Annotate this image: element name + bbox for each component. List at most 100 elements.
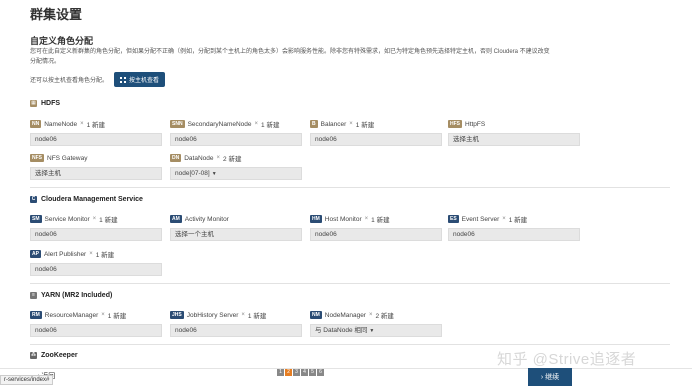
role-times: × [80,121,84,127]
description-text: 您可在此自定义新群集的角色分配，但如果分配不正确（例如，分配到某个主机上的角色太… [30,49,550,65]
role-times: × [241,312,245,318]
page-step[interactable]: 4 [301,369,308,376]
host-value: node06 [315,135,337,143]
host-value: 选择主机 [453,135,479,143]
host-selector[interactable]: 选择主机 [448,133,580,146]
page-step[interactable]: 2 [285,369,292,376]
role-name: DataNode [184,154,214,162]
host-selector[interactable]: 选择主机 [30,167,162,180]
role-count: 1 新建 [107,313,127,320]
role-badge: ES [448,215,459,223]
page-step[interactable]: 5 [309,369,316,376]
host-selector[interactable]: node06 [30,263,162,276]
page-step[interactable]: 6 [317,369,324,376]
role-name: ResourceManager [44,311,99,319]
role-badge: NFS [30,154,44,162]
role-nodemanager: NM NodeManager × 2 新建 与 DataNode 相同 ▼ [310,310,442,337]
role-name: NameNode [44,120,78,128]
role-times: × [101,312,105,318]
role-badge: AM [170,215,182,223]
role-count: 1 新建 [95,252,115,259]
chevron-right-icon: › [540,373,544,381]
role-name: JobHistory Server [186,311,239,319]
role-badge: DN [170,154,182,162]
role-name: SecondaryNameNode [187,120,252,128]
continue-label: 继续 [545,374,560,381]
host-selector-dropdown[interactable]: 与 DataNode 相同 ▼ [310,324,442,337]
role-badge: JHS [170,311,184,319]
role-event-server: ES Event Server × 1 新建 node06 [448,214,580,241]
host-selector[interactable]: node06 [30,228,162,241]
watermark: 知乎 @Strive追逐者 [497,351,637,368]
role-nfs-gateway: NFS NFS Gateway 选择主机 [30,153,162,180]
host-selector[interactable]: node06 [310,228,442,241]
role-times: × [89,251,93,257]
role-times: × [349,121,353,127]
host-selector[interactable]: node06 [310,133,442,146]
role-count: 2 新建 [375,313,394,320]
role-badge: AP [30,250,41,258]
role-times: × [216,155,221,161]
host-selector-dropdown[interactable]: node[07-08] ▼ [170,167,302,180]
host-value: node06 [175,135,197,143]
view-by-host-button[interactable]: 按主机查看 [114,72,166,87]
role-activity-monitor: AM Activity Monitor 选择一个主机 [170,214,302,241]
hostview-text: 还可以按主机查看角色分配。 [30,78,109,84]
role-httpfs: HFS HttpFS 选择主机 [448,119,580,146]
hdfs-icon: ▦ [30,100,37,107]
role-name: NodeManager [324,311,366,319]
role-name: Balancer [320,120,347,128]
host-value: 选择主机 [35,169,61,177]
role-name: HttpFS [465,120,486,128]
role-name: Host Monitor [324,215,362,223]
host-value: node06 [453,230,475,238]
role-badge: SM [30,215,42,223]
divider [30,344,670,345]
hostview-row: 还可以按主机查看角色分配。 按主机查看 [30,72,166,87]
page-title: 群集设置 [30,7,83,22]
continue-button[interactable]: › 继续 [528,368,572,386]
role-name: Event Server [461,215,500,223]
host-value: node06 [35,265,57,273]
host-selector[interactable]: node06 [30,133,162,146]
role-balancer: B Balancer × 1 新建 node06 [310,119,442,146]
role-times: × [364,216,369,222]
service-name-cm: Cloudera Management Service [41,196,143,203]
page-step[interactable]: 1 [277,369,284,376]
status-url: r-services/index# [0,375,54,385]
page-indicator: 123456 [277,369,324,376]
service-cm: C Cloudera Management Service [30,196,670,203]
host-selector[interactable]: node06 [448,228,580,241]
host-value: node06 [175,326,197,334]
role-count: 1 新建 [355,122,375,129]
role-name: Alert Publisher [43,250,87,258]
role-count: 1 新建 [371,217,390,224]
host-value: node06 [35,230,57,238]
caret-down-icon: ▼ [369,327,375,334]
host-value: node06 [35,326,57,334]
role-resourcemanager: RM ResourceManager × 1 新建 node06 [30,310,162,337]
role-count: 1 新建 [99,217,118,224]
host-selector[interactable]: node06 [170,324,302,337]
caret-down-icon: ▼ [211,170,217,177]
role-secondarynamenode: SNN SecondaryNameNode × 1 新建 node06 [170,119,302,146]
role-badge: RM [30,311,42,319]
host-value: 选择一个主机 [175,230,214,238]
role-jobhistory-server: JHS JobHistory Server × 1 新建 node06 [170,310,302,337]
host-selector[interactable]: node06 [170,133,302,146]
service-yarn: ≡ YARN (MR2 Included) [30,292,670,299]
role-name: NFS Gateway [47,154,88,162]
host-value: node[07-08] [175,169,210,177]
host-selector[interactable]: node06 [30,324,162,337]
host-value: node06 [315,230,337,238]
role-count: 1 新建 [508,217,528,224]
host-value: 与 DataNode 相同 [315,326,368,334]
role-times: × [368,312,373,318]
role-badge: SNN [170,120,185,128]
role-name: Activity Monitor [184,215,229,223]
host-selector[interactable]: 选择一个主机 [170,228,302,241]
role-name: Service Monitor [44,215,90,223]
role-badge: HM [310,215,322,223]
page-step[interactable]: 3 [293,369,300,376]
role-count: 1 新建 [261,122,280,129]
